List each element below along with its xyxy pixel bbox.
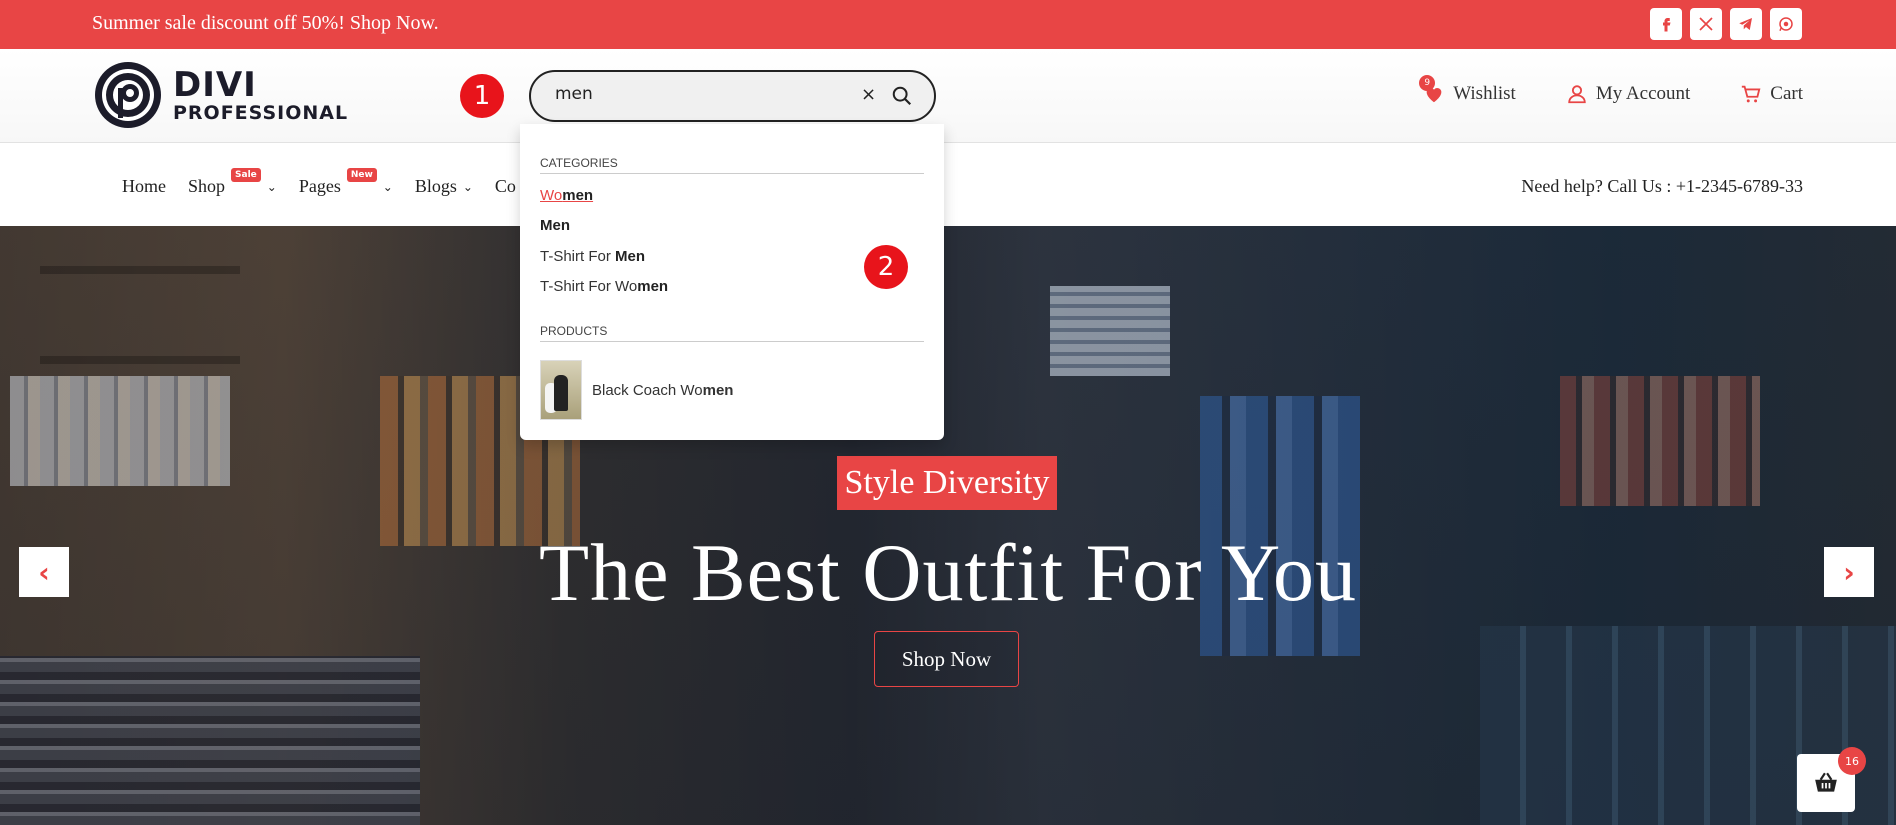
wishlist-label: Wishlist [1453, 83, 1516, 104]
suggestion-text: Wo [540, 187, 563, 204]
suggestion-category[interactable]: Men [540, 217, 570, 234]
site-header: DIVI PROFESSIONAL × 9 Wishlist My Accoun… [0, 49, 1896, 143]
search-box[interactable]: × [529, 70, 936, 122]
suggestion-text: T-Shirt For Wo [540, 278, 638, 295]
x-icon[interactable] [1690, 8, 1722, 40]
clothes-rack-decoration [1560, 376, 1760, 506]
nav-item-blogs[interactable]: Blogs ⌄ [415, 176, 473, 197]
shop-now-button[interactable]: Shop Now [874, 631, 1019, 687]
slider-prev-arrow-icon[interactable]: ‹ [19, 547, 69, 597]
cart-label: Cart [1770, 83, 1803, 104]
main-nav: Home Shop Sale ⌄ Pages New ⌄ Blogs ⌄ Co … [0, 143, 1896, 226]
nav-label: Co [494, 176, 516, 196]
new-tag: New [346, 167, 377, 182]
nav-item-shop[interactable]: Shop Sale ⌄ [188, 167, 277, 197]
shelf-decoration [40, 356, 240, 364]
basket-icon [1815, 772, 1837, 792]
sale-tag: Sale [231, 167, 261, 182]
mini-cart-count-badge: 16 [1838, 747, 1866, 775]
telegram-icon[interactable] [1730, 8, 1762, 40]
wishlist-link[interactable]: 9 Wishlist [1419, 75, 1516, 105]
social-links [1650, 8, 1802, 40]
search-input[interactable] [555, 84, 855, 104]
user-icon [1568, 85, 1586, 104]
products-heading: Products [540, 324, 924, 342]
suggestion-match: men [637, 278, 669, 295]
chevron-down-icon: ⌄ [266, 179, 277, 194]
shelf-decoration [40, 266, 240, 274]
suggestion-match: men [702, 381, 734, 399]
suggestion-category[interactable]: T-Shirt For Women [540, 278, 668, 295]
suggestion-category[interactable]: Women [540, 187, 593, 204]
product-thumbnail [540, 360, 582, 420]
suggestion-match: men [562, 187, 594, 204]
product-name: Black Coach Women [592, 382, 733, 399]
chevron-down-icon: ⌄ [382, 179, 393, 194]
cart-link[interactable]: Cart [1740, 83, 1803, 105]
my-account-link[interactable]: My Account [1566, 83, 1690, 105]
facebook-icon[interactable] [1650, 8, 1682, 40]
logo-title: DIVI [173, 64, 257, 105]
suggestion-match: Men [615, 248, 646, 265]
suggestion-category[interactable]: T-Shirt For Men [540, 248, 645, 265]
folded-shirts-decoration [1050, 286, 1170, 376]
search-icon[interactable] [891, 85, 913, 107]
clear-search-icon[interactable]: × [861, 84, 876, 105]
nav-item-contact[interactable]: Co [495, 176, 516, 197]
logo-subtitle: PROFESSIONAL [173, 101, 349, 124]
logo-mark-icon [95, 62, 161, 128]
whatsapp-icon[interactable] [1770, 8, 1802, 40]
nav-label: Home [122, 176, 166, 196]
hero-banner: Style Diversity The Best Outfit For You … [0, 226, 1896, 825]
slider-next-arrow-icon[interactable]: › [1824, 547, 1874, 597]
help-phone[interactable]: Need help? Call Us : +1-2345-6789-33 [1521, 176, 1803, 197]
nav-label: Blogs [414, 176, 457, 196]
nav-item-home[interactable]: Home [122, 176, 166, 197]
categories-heading: Categories [540, 156, 924, 174]
suggestion-text: Black Coach Wo [592, 381, 703, 399]
site-logo[interactable]: DIVI PROFESSIONAL [93, 60, 348, 130]
cart-icon [1742, 85, 1761, 103]
hero-title: The Best Outfit For You [538, 527, 1357, 618]
promo-text[interactable]: Summer sale discount off 50%! Shop Now. [92, 12, 439, 35]
nav-label: Shop [188, 176, 226, 196]
chevron-down-icon: ⌄ [462, 179, 473, 194]
suggestion-text: T-Shirt For [540, 248, 616, 265]
header-links: 9 Wishlist My Account Cart [1419, 75, 1803, 105]
nav-label: Pages [298, 176, 341, 196]
table-stack-decoration [0, 656, 420, 825]
step-marker-2: 2 [864, 245, 908, 289]
my-account-label: My Account [1595, 83, 1691, 104]
step-marker-1: 1 [460, 74, 504, 118]
suggestion-product[interactable]: Black Coach Women [540, 360, 733, 420]
promo-bar: Summer sale discount off 50%! Shop Now. [0, 0, 1896, 49]
clothes-rack-decoration [10, 376, 230, 486]
nav-item-pages[interactable]: Pages New ⌄ [298, 167, 393, 197]
suggestion-match: Men [540, 217, 570, 234]
hero-tag: Style Diversity [837, 456, 1057, 510]
